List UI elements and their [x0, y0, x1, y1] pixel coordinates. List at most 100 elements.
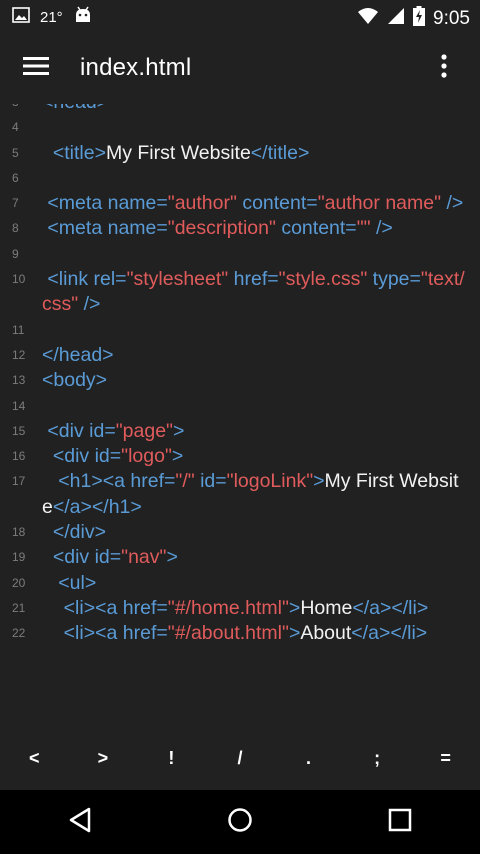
code-token-tag: >: [313, 470, 325, 493]
code-token-tag: <head>: [42, 104, 108, 113]
home-button[interactable]: [205, 794, 275, 850]
symbol-key[interactable]: /: [210, 734, 270, 782]
code-line[interactable]: 8 <meta name="description" content="" />: [0, 216, 480, 241]
line-text: [42, 115, 480, 140]
code-token-attr: href=: [122, 596, 168, 619]
code-token-plain: About: [300, 622, 352, 645]
code-token-tag: <body>: [42, 369, 108, 392]
code-token-tag: <meta: [47, 192, 108, 215]
line-number: 7: [12, 196, 19, 211]
code-token-plain: Home: [300, 596, 353, 619]
line-number: 19: [12, 550, 26, 565]
line-text: </head>: [42, 343, 480, 368]
symbol-key[interactable]: >: [73, 734, 133, 782]
code-line[interactable]: 6: [0, 166, 480, 191]
line-text: <link rel="stylesheet" href="style.css" …: [42, 267, 480, 318]
code-lines[interactable]: 3 <head> 4 5 <title>My First Website</titl…: [0, 104, 480, 647]
more-vert-icon: [440, 53, 448, 83]
code-token-attr: type=: [367, 268, 421, 291]
line-text: [42, 166, 480, 191]
code-line[interactable]: 17 <h1><a href="/" id="logoLink">My Firs…: [0, 469, 480, 520]
symbol-key[interactable]: .: [279, 734, 339, 782]
code-line[interactable]: 3 <head>: [0, 104, 480, 115]
code-token-val: "/": [175, 470, 195, 493]
line-number: 22: [12, 626, 26, 641]
code-line[interactable]: 4: [0, 115, 480, 140]
back-button[interactable]: [45, 794, 115, 850]
code-token-val: "page": [115, 419, 173, 442]
code-line[interactable]: 21 <li><a href="#/home.html">Home</a></l…: [0, 596, 480, 621]
code-token-tag: <li><a: [63, 596, 123, 619]
code-token-val: "logoLink": [226, 470, 314, 493]
code-line[interactable]: 22 <li><a href="#/about.html">About</a><…: [0, 621, 480, 646]
code-token-tag: <div: [52, 445, 95, 468]
code-line[interactable]: 18 </div>: [0, 520, 480, 545]
symbol-key[interactable]: !: [141, 734, 201, 782]
line-text: [42, 318, 480, 343]
code-token-attr: name=: [107, 217, 168, 240]
symbol-bar: < >! /.; =: [0, 726, 480, 790]
line-text: <head>: [42, 104, 480, 115]
code-line[interactable]: 9: [0, 242, 480, 267]
code-token-val: "stylesheet": [126, 268, 229, 291]
code-line[interactable]: 14: [0, 394, 480, 419]
code-line[interactable]: 19 <div id="nav">: [0, 545, 480, 570]
code-token-tag: </a></li>: [351, 622, 428, 645]
code-line[interactable]: 5 <title>My First Website</title>: [0, 141, 480, 166]
code-line[interactable]: 11: [0, 318, 480, 343]
code-token-val: "#/about.html": [167, 622, 289, 645]
code-editor[interactable]: 3 <head> 4 5 <title>My First Website</titl…: [0, 104, 480, 726]
code-line[interactable]: 7 <meta name="author" content="author na…: [0, 191, 480, 216]
code-token-attr: content=: [236, 192, 318, 215]
line-text: <title>My First Website</title>: [42, 141, 480, 166]
android-icon: [73, 6, 93, 28]
line-text: <div id="logo">: [42, 444, 480, 469]
line-text: <div id="page">: [42, 419, 480, 444]
code-token-val: "style.css": [278, 268, 368, 291]
menu-button[interactable]: [14, 46, 58, 90]
code-token-tag: />: [441, 192, 464, 215]
line-text: <ul>: [42, 571, 480, 596]
status-bar: 21° 9:05: [0, 0, 480, 34]
line-text: <div id="nav">: [42, 545, 480, 570]
line-number: 5: [12, 145, 19, 160]
code-token-tag: </head>: [42, 343, 114, 366]
symbol-key[interactable]: =: [416, 734, 476, 782]
line-number: 13: [12, 373, 26, 388]
code-token-tag: <div: [47, 419, 90, 442]
code-token-val: "#/home.html": [167, 596, 289, 619]
line-number: 6: [12, 170, 19, 185]
code-token-tag: >: [172, 419, 185, 442]
code-token-attr: id=: [94, 445, 122, 468]
recents-button[interactable]: [365, 794, 435, 850]
line-number: 17: [12, 474, 26, 489]
clock: 9:05: [433, 7, 470, 29]
recents-icon: [388, 808, 412, 837]
wifi-icon: [357, 7, 379, 30]
symbol-key[interactable]: <: [4, 734, 64, 782]
line-text: <h1><a href="/" id="logoLink">My First W…: [42, 469, 480, 520]
battery-charging-icon: [413, 6, 426, 31]
code-line[interactable]: 20 <ul>: [0, 571, 480, 596]
code-token-tag: >: [288, 596, 301, 619]
code-token-attr: id=: [194, 470, 227, 493]
hamburger-menu-icon: [23, 56, 49, 81]
line-text: <meta name="author" content="author name…: [42, 191, 480, 216]
code-line[interactable]: 16 <div id="logo">: [0, 444, 480, 469]
signal-icon: [387, 7, 405, 30]
page-title: index.html: [80, 54, 192, 81]
line-number: 21: [12, 600, 26, 615]
code-token-attr: href=: [130, 470, 176, 493]
code-line[interactable]: 13 <body>: [0, 368, 480, 393]
line-number: 12: [12, 347, 26, 362]
code-token-attr: rel=: [93, 268, 127, 291]
overflow-menu-button[interactable]: [422, 46, 466, 90]
code-line[interactable]: 10 <link rel="stylesheet" href="style.cs…: [0, 267, 480, 318]
code-line[interactable]: 15 <div id="page">: [0, 419, 480, 444]
code-token-tag: <h1><a: [58, 470, 131, 493]
code-token-tag: />: [370, 217, 393, 240]
home-icon: [227, 807, 253, 838]
code-token-tag: <li><a: [63, 622, 123, 645]
symbol-key[interactable]: ;: [347, 734, 407, 782]
code-line[interactable]: 12 </head>: [0, 343, 480, 368]
